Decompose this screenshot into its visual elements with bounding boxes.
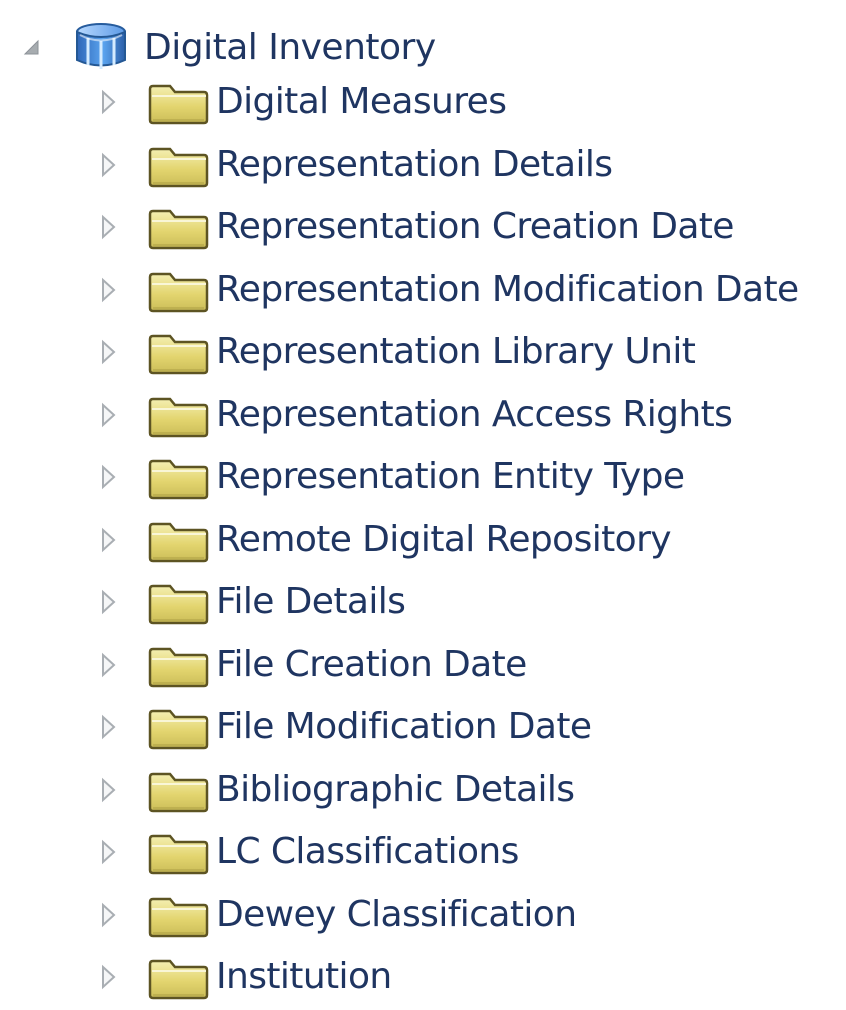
tree-folder-label: Dewey Classification [216,893,577,935]
tree-folder-label: LC Classifications [216,831,519,872]
collapsed-triangle-icon[interactable] [98,964,118,990]
tree-folder-label: Representation Library Unit [216,331,696,372]
tree-root-label: Digital Inventory [144,27,436,68]
tree-folder-item[interactable]: Bibliographic Details [0,760,846,823]
folder-icon [148,834,209,875]
collapsed-triangle-icon[interactable] [98,589,118,615]
folder-icon [148,522,209,562]
tree-folder-label: Representation Modification Date [216,268,799,310]
tree-children: Digital Measures Representation Details [0,72,846,1010]
tree-folder-item[interactable]: File Creation Date [0,635,846,698]
collapsed-triangle-icon[interactable] [98,89,118,115]
tree-folder-item[interactable]: LC Classifications [0,822,846,885]
tree-folder-item[interactable]: File Modification Date [0,697,846,760]
tree-folder-label: Remote Digital Repository [216,518,672,560]
collapsed-triangle-icon[interactable] [98,652,118,678]
tree-folder-item[interactable]: Representation Library Unit [0,322,846,385]
tree-folder-label: Institution [216,956,392,997]
tree-folder-item[interactable]: Representation Access Rights [0,385,846,448]
collapsed-triangle-icon[interactable] [98,214,118,240]
folder-icon [148,334,209,375]
tree-folder-label: File Details [216,581,406,622]
collapsed-triangle-icon[interactable] [98,339,118,365]
folder-icon [148,959,209,1000]
tree-folder-item[interactable]: Institution [0,947,846,1010]
tree-folder-label: File Modification Date [216,706,592,747]
tree-folder-item[interactable]: Representation Details [0,135,846,198]
subject-area-cube-icon [76,23,126,69]
folder-icon [148,272,209,312]
tree-root-digital-inventory[interactable]: Digital Inventory [0,10,846,72]
tree-folder-label: Bibliographic Details [216,768,575,810]
collapsed-triangle-icon[interactable] [98,777,118,803]
collapsed-triangle-icon[interactable] [98,902,118,928]
collapsed-triangle-icon[interactable] [98,152,118,178]
folder-icon [148,897,209,937]
tree-folder-item[interactable]: Representation Creation Date [0,197,846,260]
collapsed-triangle-icon[interactable] [98,402,118,428]
tree-folder-label: Representation Access Rights [216,393,733,435]
tree-folder-label: Digital Measures [216,81,507,122]
tree-folder-item[interactable]: Representation Entity Type [0,447,846,510]
collapsed-triangle-icon[interactable] [98,464,118,490]
folder-icon [148,709,209,750]
tree-folder-label: Representation Creation Date [216,206,734,247]
tree-folder-item[interactable]: Dewey Classification [0,885,846,948]
folder-icon [148,397,209,437]
expanded-triangle-icon[interactable] [22,38,42,58]
folder-icon [148,584,209,625]
tree-folder-item[interactable]: File Details [0,572,846,635]
tree-folder-item[interactable]: Representation Modification Date [0,260,846,323]
folder-icon [148,647,209,687]
collapsed-triangle-icon[interactable] [98,839,118,865]
folder-icon [148,459,209,500]
tree-folder-item[interactable]: Digital Measures [0,72,846,135]
tree-folder-label: File Creation Date [216,643,527,685]
folder-icon [148,209,209,250]
tree-folder-label: Representation Details [216,143,613,185]
folder-icon [148,147,209,187]
folder-icon [148,84,209,125]
folder-icon [148,772,209,812]
tree-folder-item[interactable]: Remote Digital Repository [0,510,846,573]
subject-area-tree: Digital Inventory Digital Measures Repre… [0,0,846,1005]
collapsed-triangle-icon[interactable] [98,527,118,553]
tree-folder-label: Representation Entity Type [216,456,685,497]
collapsed-triangle-icon[interactable] [98,277,118,303]
collapsed-triangle-icon[interactable] [98,714,118,740]
